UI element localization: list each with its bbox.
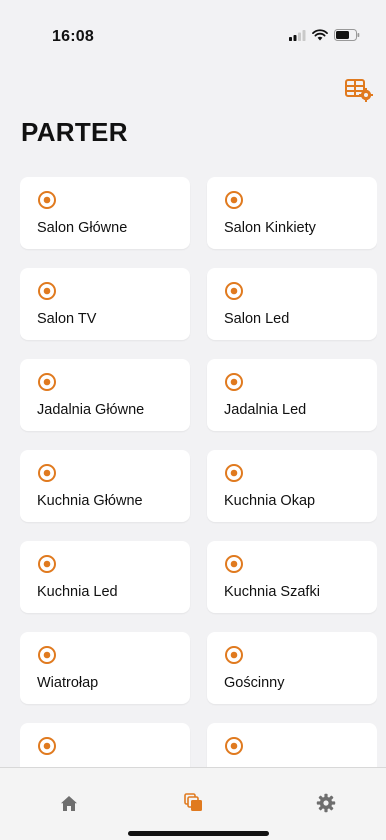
- device-tile-label: Jadalnia Led: [224, 402, 307, 418]
- device-tile[interactable]: Kuchnia Okap: [207, 450, 377, 522]
- status-time: 16:08: [52, 28, 94, 45]
- home-icon: [61, 795, 77, 811]
- device-tile[interactable]: Salon TV: [20, 268, 190, 340]
- device-tile[interactable]: Jadalnia Główne: [20, 359, 190, 431]
- device-tile-label: Jadalnia Główne: [37, 402, 145, 418]
- device-tile[interactable]: Kuchnia Led: [20, 541, 190, 613]
- device-tile[interactable]: Salon Kinkiety: [207, 177, 377, 249]
- signal-icon: [289, 29, 306, 41]
- home-indicator: [128, 831, 269, 836]
- wifi-icon: [312, 29, 328, 41]
- target-icon: [37, 463, 57, 483]
- target-icon: [37, 281, 57, 301]
- grid-settings-icon: [345, 79, 373, 102]
- target-icon: [37, 554, 57, 574]
- tab-bar: [0, 767, 386, 840]
- device-tile[interactable]: Gabinet Kinkiety: [207, 723, 377, 767]
- grid-settings-button[interactable]: [345, 78, 373, 102]
- target-icon: [224, 736, 244, 756]
- device-tile-label: Salon Led: [224, 311, 290, 327]
- device-tile-label: Wiatrołap: [37, 675, 99, 691]
- layers-icon: [184, 793, 202, 811]
- device-tile-label: Kuchnia Główne: [37, 493, 143, 509]
- target-icon: [224, 281, 244, 301]
- device-tile[interactable]: Salon Główne: [20, 177, 190, 249]
- target-icon: [37, 645, 57, 665]
- target-icon: [224, 645, 244, 665]
- target-icon: [224, 554, 244, 574]
- device-tile[interactable]: Jadalnia Led: [207, 359, 377, 431]
- device-tile[interactable]: Gabinet Główne: [20, 723, 190, 767]
- device-tile[interactable]: Kuchnia Główne: [20, 450, 190, 522]
- target-icon: [224, 190, 244, 210]
- device-tile-label: Kuchnia Led: [37, 584, 118, 600]
- device-tile-label: Salon Główne: [37, 220, 128, 236]
- device-tile-label: Salon TV: [37, 311, 97, 327]
- device-tile-label: Gościnny: [224, 675, 285, 691]
- target-icon: [37, 372, 57, 392]
- device-tile[interactable]: Gościnny: [207, 632, 377, 704]
- device-grid: Salon Główne Salon Kinkiety Salon TV Salon …: [20, 177, 377, 767]
- target-icon: [37, 736, 57, 756]
- device-tile[interactable]: Wiatrołap: [20, 632, 190, 704]
- device-tile[interactable]: Kuchnia Szafki: [207, 541, 377, 613]
- page-title: PARTER: [21, 117, 128, 147]
- target-icon: [37, 190, 57, 210]
- device-tile[interactable]: Salon Led: [207, 268, 377, 340]
- tab-home[interactable]: [47, 788, 91, 818]
- gear-icon: [316, 793, 336, 813]
- device-tile-label: Kuchnia Okap: [224, 493, 316, 509]
- tab-scenes[interactable]: [172, 788, 216, 818]
- target-icon: [224, 463, 244, 483]
- battery-icon: [334, 29, 360, 41]
- status-icons: [289, 29, 360, 41]
- target-icon: [224, 372, 244, 392]
- status-bar: 16:08: [0, 0, 386, 58]
- tab-settings[interactable]: [304, 788, 348, 818]
- device-tile-label: Kuchnia Szafki: [224, 584, 320, 600]
- device-tile-label: Salon Kinkiety: [224, 220, 316, 236]
